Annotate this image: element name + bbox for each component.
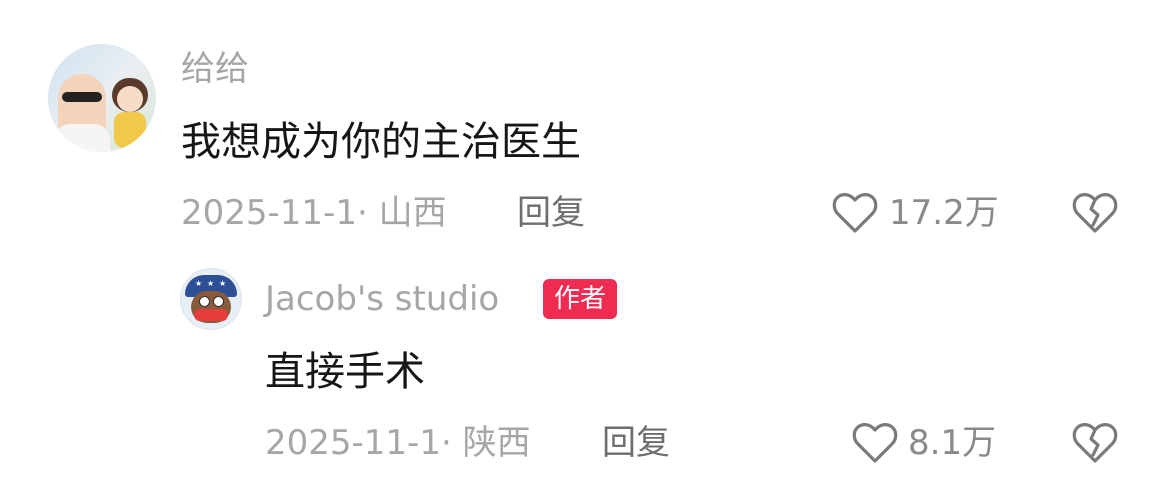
reply-text: 直接手术 [265, 349, 425, 395]
reply-username[interactable]: Jacob's studio [265, 279, 499, 319]
heart-outline-icon [852, 422, 898, 464]
author-avatar[interactable]: ★ ★ ★ [180, 268, 242, 330]
author-badge: 作者 [543, 279, 618, 319]
comment-text: 我想成为你的主治医生 [181, 119, 581, 165]
user-avatar[interactable] [48, 44, 156, 152]
like-button[interactable]: 17.2万 [832, 190, 1002, 238]
heart-outline-icon [832, 192, 878, 234]
dislike-button[interactable] [1072, 422, 1120, 466]
comment-item: 给给 我想成为你的主治医生 2025-11-1· 山西 回复 17.2万 [0, 0, 1170, 250]
like-count: 17.2万 [889, 193, 999, 233]
reply-date-location: 2025-11-1· 陕西 [265, 423, 531, 463]
reply-button[interactable]: 回复 [602, 423, 670, 463]
broken-heart-icon [1072, 192, 1120, 234]
like-button[interactable]: 8.1万 [852, 420, 1002, 468]
comment-username[interactable]: 给给 [181, 49, 249, 89]
broken-heart-icon [1072, 422, 1120, 464]
reply-button[interactable]: 回复 [517, 193, 585, 233]
dislike-button[interactable] [1072, 192, 1120, 236]
comment-date-location: 2025-11-1· 山西 [181, 193, 447, 233]
like-count: 8.1万 [908, 423, 997, 463]
